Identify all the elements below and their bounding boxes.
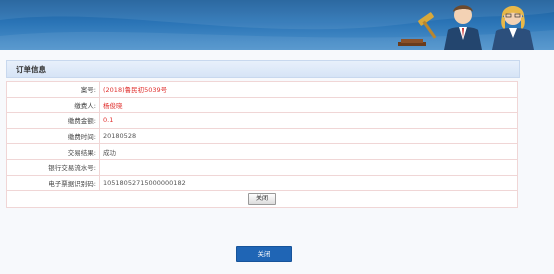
table-row: 缴费时间: 20180528: [6, 127, 518, 145]
inline-button-row: 关闭: [6, 190, 518, 209]
header-banner: [0, 0, 554, 50]
table-row: 交易结果: 成功: [6, 143, 518, 160]
lawyers-illustration: [398, 5, 534, 50]
table-row: 银行交易流水号:: [6, 158, 518, 176]
row-value: 10518052715000000182: [99, 174, 518, 192]
row-value: 0.1: [99, 112, 518, 129]
inline-button-cell: 关闭: [6, 190, 518, 209]
row-label: 银行交易流水号:: [6, 158, 100, 176]
row-label: 电子票据识别码:: [6, 174, 100, 192]
table-row: 电子票据识别码: 10518052715000000182: [6, 174, 518, 192]
row-label: 缴费金额:: [6, 112, 100, 129]
row-value: 成功: [99, 143, 518, 160]
section-header: 订单信息: [6, 60, 520, 78]
table-row: 案号: (2018)鲁民初5039号: [6, 81, 518, 98]
row-label: 缴费人:: [6, 96, 100, 114]
row-label: 交易结果:: [6, 143, 100, 160]
section-title: 订单信息: [16, 65, 46, 74]
table-row: 缴费人: 杨俊晓: [6, 96, 518, 114]
row-value: (2018)鲁民初5039号: [99, 81, 518, 98]
close-button[interactable]: 关闭: [236, 246, 292, 262]
row-value: [99, 158, 518, 176]
order-detail-table: 案号: (2018)鲁民初5039号 缴费人: 杨俊晓 缴费金额: 0.1 缴费时间: 201…: [6, 81, 518, 209]
row-label: 缴费时间:: [6, 127, 100, 145]
row-value: 杨俊晓: [99, 96, 518, 114]
row-label: 案号:: [6, 81, 100, 98]
inline-close-button[interactable]: 关闭: [247, 193, 276, 206]
row-value: 20180528: [99, 127, 518, 145]
order-info-page: 订单信息 案号: (2018)鲁民初5039号 缴费人: 杨俊晓 缴费金额: 0.1 缴费时…: [0, 50, 554, 274]
table-row: 缴费金额: 0.1: [6, 112, 518, 129]
